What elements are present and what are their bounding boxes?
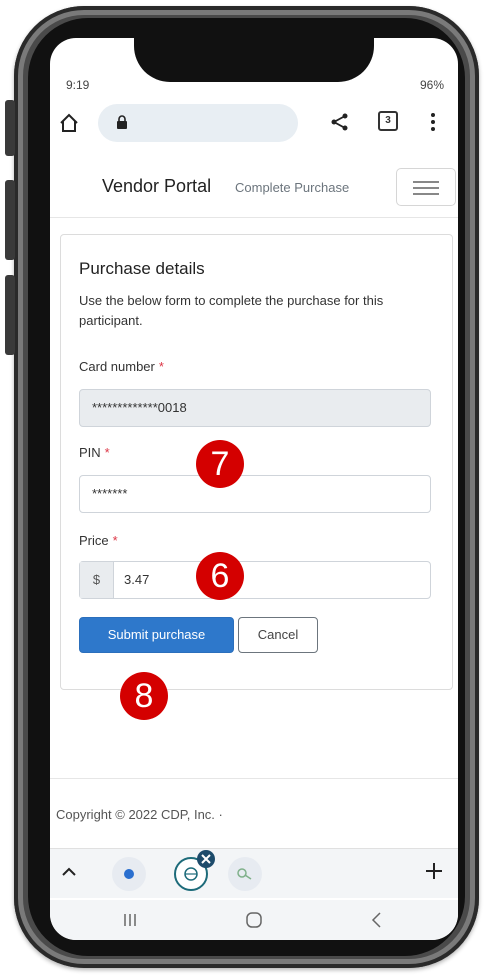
app-tab-icon (124, 869, 134, 879)
nav-link-complete-purchase[interactable]: Complete Purchase (235, 180, 349, 195)
hamburger-icon-line (413, 187, 439, 189)
status-battery: 96% (419, 78, 444, 92)
price-currency-addon: $ (80, 562, 114, 598)
plus-icon[interactable] (424, 859, 444, 883)
required-mark: * (104, 445, 110, 460)
pin-label: PIN * (79, 445, 110, 460)
home-icon[interactable] (58, 112, 80, 134)
cancel-button[interactable]: Cancel (238, 617, 318, 653)
phone-screen: 9:19 96% 3 Vendor Portal Complete Purcha… (50, 38, 458, 940)
price-input[interactable]: 3.47 (124, 562, 149, 598)
home-button-icon[interactable] (244, 910, 264, 930)
url-field[interactable] (98, 104, 298, 142)
more-vert-icon[interactable] (428, 110, 438, 134)
tab-group-item[interactable] (228, 857, 262, 891)
close-tab-icon[interactable] (196, 849, 216, 869)
copyright-text: Copyright © 2022 CDP, Inc. · (56, 807, 223, 822)
price-input-group[interactable]: $ 3.47 (79, 561, 431, 599)
card-number-field: *************0018 (79, 389, 431, 427)
purchase-details-card: Purchase details Use the below form to c… (60, 234, 453, 690)
browser-bottom-toolbar (50, 848, 458, 898)
navbar-toggler-button[interactable] (396, 168, 456, 206)
price-label-text: Price (79, 533, 109, 548)
back-icon[interactable] (368, 910, 384, 930)
annotation-badge-price: 6 (196, 552, 244, 600)
phone-side-button (5, 100, 15, 156)
status-time: 9:19 (66, 78, 90, 92)
chevron-up-icon[interactable] (60, 863, 78, 881)
phone-notch (134, 38, 374, 82)
recent-apps-icon[interactable] (122, 912, 138, 928)
phone-volume-up-button (5, 180, 15, 260)
pin-label-text: PIN (79, 445, 101, 460)
submit-purchase-button[interactable]: Submit purchase (79, 617, 234, 653)
status-bar: 9:19 96% (50, 78, 458, 98)
hamburger-icon-line (413, 181, 439, 183)
phone-volume-down-button (5, 275, 15, 355)
tab-group-item[interactable] (112, 857, 146, 891)
tabs-count-icon[interactable]: 3 (378, 111, 398, 131)
page-footer: Copyright © 2022 CDP, Inc. · (50, 778, 458, 844)
card-title: Purchase details (79, 259, 205, 278)
lock-icon (117, 115, 127, 129)
key-icon (237, 868, 252, 880)
navbar-brand[interactable]: Vendor Portal (102, 176, 211, 197)
hamburger-icon-line (413, 193, 439, 195)
system-navigation-bar (50, 900, 458, 940)
card-number-label-text: Card number (79, 359, 155, 374)
required-mark: * (158, 359, 164, 374)
annotation-badge-submit: 8 (120, 672, 168, 720)
app-navbar: Vendor Portal Complete Purchase (50, 162, 458, 218)
card-description: Use the below form to complete the purch… (79, 293, 384, 328)
card-number-label: Card number * (79, 359, 164, 374)
browser-address-bar: 3 (50, 100, 458, 148)
pin-input[interactable]: ******* (79, 475, 431, 513)
required-mark: * (112, 533, 118, 548)
annotation-badge-pin: 7 (196, 440, 244, 488)
price-label: Price * (79, 533, 118, 548)
share-icon[interactable] (330, 112, 350, 132)
